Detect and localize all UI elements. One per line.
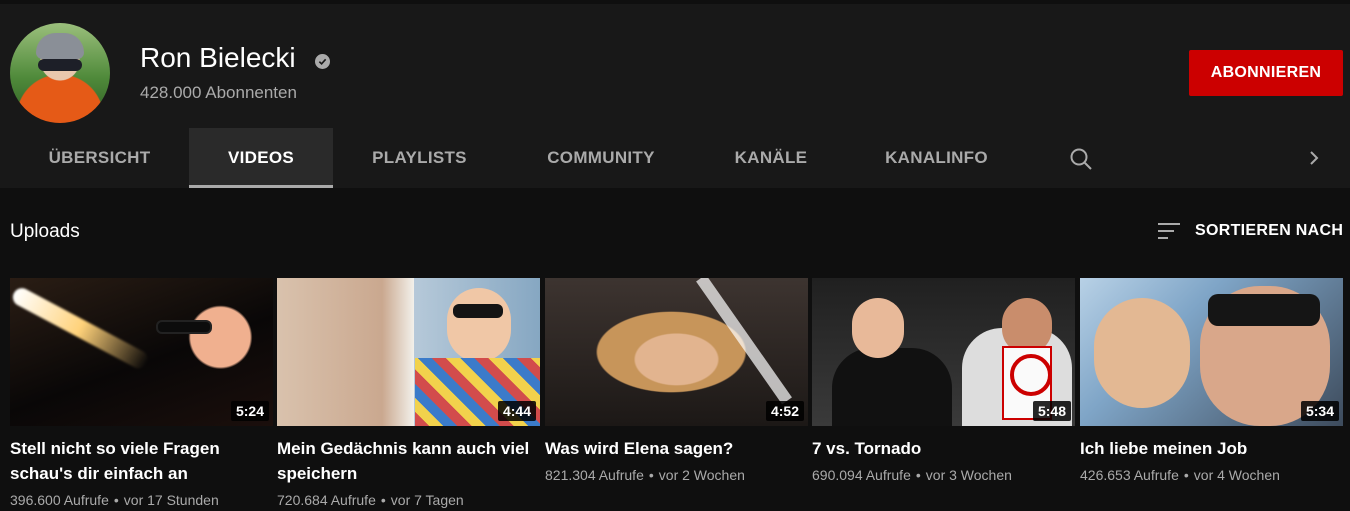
video-duration: 5:48: [1032, 401, 1071, 421]
video-duration: 4:44: [497, 401, 536, 421]
tab-community[interactable]: COMMUNITY: [506, 128, 696, 188]
video-meta: 720.684 Aufrufe • vor 7 Tagen: [277, 492, 540, 508]
video-card[interactable]: 5:48 7 vs. Tornado 690.094 Aufrufe • vor 3…: [812, 278, 1075, 483]
tab-overview[interactable]: ÜBERSICHT: [10, 128, 189, 188]
tab-about[interactable]: KANALINFO: [846, 128, 1027, 188]
video-thumbnail[interactable]: 4:52: [545, 278, 808, 426]
sort-button[interactable]: SORTIEREN NACH: [1156, 219, 1343, 243]
tab-channels[interactable]: KANÄLE: [696, 128, 846, 188]
subscribe-button[interactable]: ABONNIEREN: [1189, 50, 1343, 96]
meta-separator: •: [915, 467, 921, 483]
channel-name: Ron Bielecki: [140, 42, 296, 73]
channel-avatar[interactable]: [10, 23, 110, 123]
video-views: 396.600 Aufrufe: [10, 492, 109, 508]
video-title[interactable]: Mein Gedächnis kann auch viel speichern: [277, 436, 540, 486]
thumbnail-face: [1094, 298, 1190, 408]
sort-label: SORTIEREN NACH: [1195, 222, 1344, 239]
video-meta: 821.304 Aufrufe • vor 2 Wochen: [545, 467, 808, 483]
video-thumbnail[interactable]: 5:34: [1080, 278, 1343, 426]
tab-playlists[interactable]: PLAYLISTS: [333, 128, 506, 188]
video-age: vor 4 Wochen: [1193, 467, 1280, 483]
video-duration: 5:34: [1300, 401, 1339, 421]
video-meta: 396.600 Aufrufe • vor 17 Stunden: [10, 492, 273, 508]
video-title[interactable]: Stell nicht so viele Fragen schau's dir …: [10, 436, 273, 486]
thumbnail-face: [447, 288, 511, 362]
video-title[interactable]: Ich liebe meinen Job: [1080, 436, 1343, 461]
thumbnail-jacket: [832, 348, 952, 426]
video-duration: 4:52: [765, 401, 804, 421]
video-views: 720.684 Aufrufe: [277, 492, 376, 508]
sort-icon: [1156, 221, 1182, 241]
meta-separator: •: [113, 492, 119, 508]
videos-section: Uploads SORTIEREN NACH 5:24 Stell nicht …: [0, 188, 1350, 511]
video-card[interactable]: 5:24 Stell nicht so viele Fragen schau's…: [10, 278, 273, 508]
chevron-right-icon[interactable]: [1302, 146, 1326, 170]
video-thumbnail[interactable]: 5:24: [10, 278, 273, 426]
video-thumbnail[interactable]: 5:48: [812, 278, 1075, 426]
video-age: vor 7 Tagen: [390, 492, 464, 508]
search-icon[interactable]: [1068, 146, 1094, 172]
thumbnail-glasses: [156, 320, 212, 334]
meta-separator: •: [1183, 467, 1189, 483]
avatar-hair: [36, 33, 84, 59]
subscriber-count: 428.000 Abonnenten: [140, 83, 297, 102]
thumbnail-sparkler: [10, 285, 151, 372]
meta-separator: •: [648, 467, 654, 483]
video-thumbnail[interactable]: 4:44: [277, 278, 540, 426]
video-title[interactable]: Was wird Elena sagen?: [545, 436, 808, 461]
video-title[interactable]: 7 vs. Tornado: [812, 436, 1075, 461]
video-card[interactable]: 4:52 Was wird Elena sagen? 821.304 Aufru…: [545, 278, 808, 483]
tab-videos[interactable]: VIDEOS: [189, 128, 333, 188]
video-meta: 426.653 Aufrufe • vor 4 Wochen: [1080, 467, 1343, 483]
meta-separator: •: [380, 492, 386, 508]
video-card[interactable]: 5:34 Ich liebe meinen Job 426.653 Aufruf…: [1080, 278, 1343, 483]
video-meta: 690.094 Aufrufe • vor 3 Wochen: [812, 467, 1075, 483]
video-duration: 5:24: [230, 401, 269, 421]
thumbnail-glasses: [1208, 294, 1320, 326]
verified-check-icon: [315, 54, 330, 69]
thumbnail-glasses: [453, 304, 503, 318]
thumbnail-face: [852, 298, 904, 358]
section-title: Uploads: [10, 221, 80, 242]
video-views: 821.304 Aufrufe: [545, 467, 644, 483]
video-age: vor 3 Wochen: [925, 467, 1012, 483]
channel-header: Ron Bielecki 428.000 Abonnenten ABONNIER…: [0, 4, 1350, 188]
video-views: 690.094 Aufrufe: [812, 467, 911, 483]
video-card[interactable]: 4:44 Mein Gedächnis kann auch viel speic…: [277, 278, 540, 508]
video-age: vor 2 Wochen: [658, 467, 745, 483]
channel-tabs: ÜBERSICHT VIDEOS PLAYLISTS COMMUNITY KAN…: [0, 128, 1350, 188]
video-views: 426.653 Aufrufe: [1080, 467, 1179, 483]
video-age: vor 17 Stunden: [123, 492, 219, 508]
thumbnail-light-beam: [696, 278, 792, 405]
avatar-glasses: [38, 59, 82, 71]
